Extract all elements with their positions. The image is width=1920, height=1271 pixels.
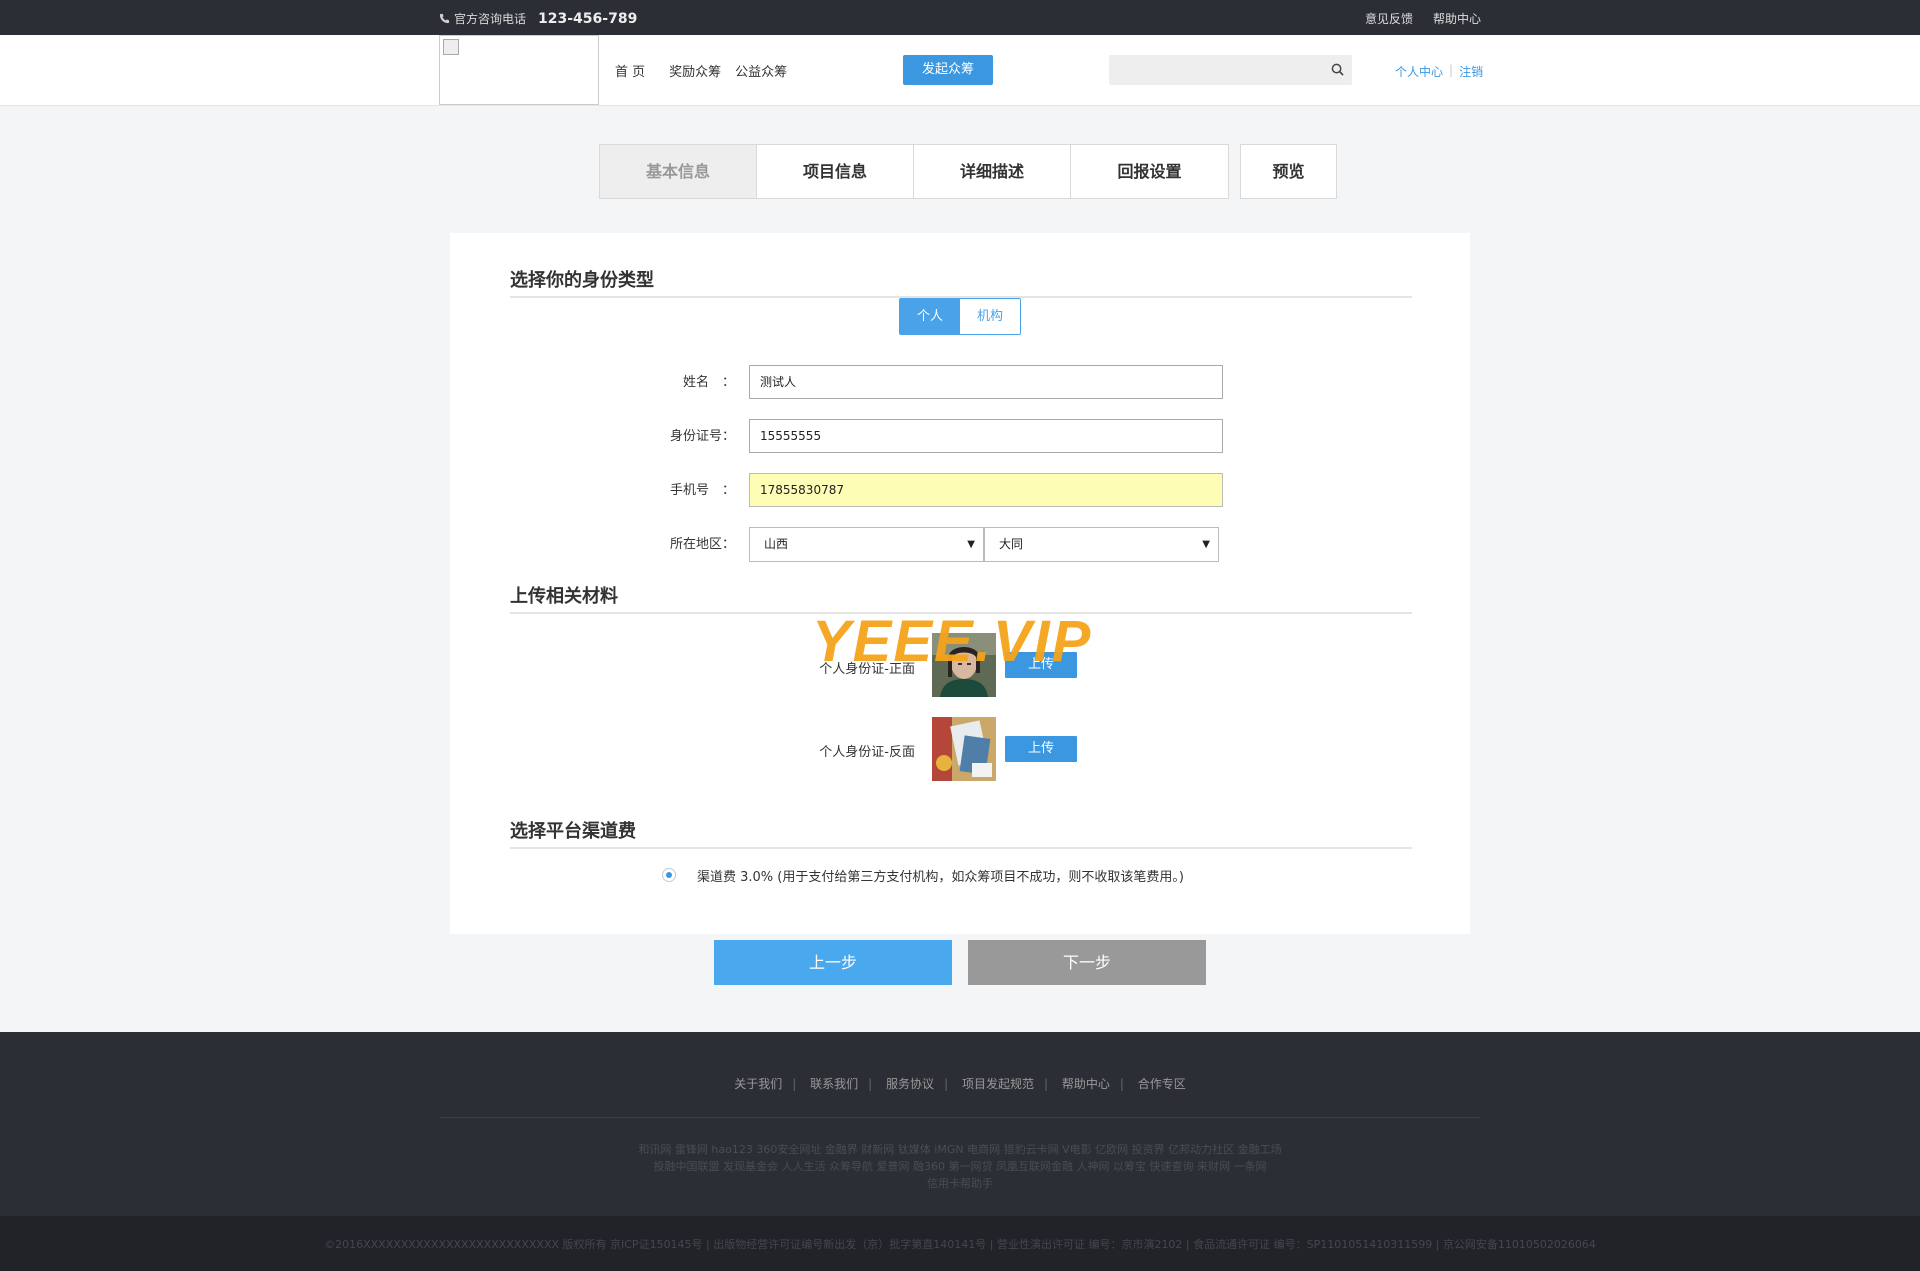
- help-link[interactable]: 帮助中心: [1433, 10, 1481, 27]
- copyright-text: ©2016XXXXXXXXXXXXXXXXXXXXXXXXXX 版权所有 京IC…: [324, 1238, 1596, 1251]
- fee-section-title: 选择平台渠道费: [510, 821, 636, 842]
- step-tabs: 基本信息 项目信息 详细描述 回报设置: [599, 144, 1229, 199]
- hotline: 官方咨询电话 123-456-789: [439, 10, 637, 27]
- divider: [440, 1117, 1480, 1118]
- province-value: 山西: [764, 537, 789, 551]
- feedback-link[interactable]: 意见反馈: [1365, 10, 1413, 27]
- name-label: 姓名 ：: [682, 375, 735, 390]
- divider: |: [1119, 1077, 1124, 1091]
- identity-type-toggle: 个人 机构: [899, 298, 1021, 335]
- region-label: 所在地区：: [669, 537, 735, 552]
- nav-charity-crowdfunding[interactable]: 公益众筹: [735, 61, 787, 80]
- id-number-label: 身份证号：: [669, 429, 735, 444]
- tab-reward-settings[interactable]: 回报设置: [1071, 145, 1228, 198]
- logout-link[interactable]: 注销: [1459, 63, 1483, 80]
- footer-link-help[interactable]: 帮助中心: [1062, 1077, 1110, 1091]
- friend-links-row[interactable]: 信用卡帮助手: [600, 1175, 1320, 1192]
- identity-section-title: 选择你的身份类型: [510, 270, 654, 291]
- search-icon[interactable]: [1331, 63, 1344, 76]
- logo[interactable]: [439, 35, 599, 105]
- header: 首 页 奖励众筹 公益众筹 发起众筹 个人中心 | 注销: [0, 35, 1920, 106]
- copyright-bar: ©2016XXXXXXXXXXXXXXXXXXXXXXXXXX 版权所有 京IC…: [0, 1216, 1920, 1271]
- nav-reward-crowdfunding[interactable]: 奖励众筹: [669, 61, 721, 80]
- footer-link-about[interactable]: 关于我们: [734, 1077, 782, 1091]
- preview-button[interactable]: 预览: [1240, 144, 1337, 199]
- name-field[interactable]: 测试人: [749, 365, 1223, 399]
- divider: |: [1449, 63, 1454, 77]
- tab-basic-info[interactable]: 基本信息: [600, 145, 757, 198]
- footer-links: 关于我们 | 联系我们 | 服务协议 | 项目发起规范 | 帮助中心 | 合作专区: [0, 1075, 1920, 1092]
- watermark: YEEE.VIP: [812, 609, 1093, 674]
- nav-home[interactable]: 首 页: [615, 61, 645, 80]
- hotline-label: 官方咨询电话: [454, 12, 527, 26]
- hotline-number: 123-456-789: [538, 10, 638, 27]
- identity-organization-option[interactable]: 机构: [960, 299, 1020, 334]
- friend-links-row[interactable]: 和讯网 雷锋网 hao123 360安全网址 金融界 财新网 钛媒体 iMGN …: [600, 1141, 1320, 1158]
- footer-link-project-rules[interactable]: 项目发起规范: [962, 1077, 1034, 1091]
- upload-id-back-button[interactable]: 上传: [1005, 736, 1077, 762]
- id-back-label: 个人身份证-反面: [819, 745, 915, 760]
- divider: |: [868, 1077, 873, 1091]
- broken-image-icon: [443, 39, 459, 55]
- footer-link-cooperation[interactable]: 合作专区: [1138, 1077, 1186, 1091]
- divider: [510, 847, 1412, 849]
- phone-field[interactable]: 17855830787: [749, 473, 1223, 507]
- prev-step-button[interactable]: 上一步: [714, 940, 952, 985]
- tab-project-info[interactable]: 项目信息: [757, 145, 914, 198]
- divider: |: [944, 1077, 949, 1091]
- friend-links: 和讯网 雷锋网 hao123 360安全网址 金融界 财新网 钛媒体 iMGN …: [600, 1141, 1320, 1192]
- friend-links-row[interactable]: 投融中国联盟 发现基金会 人人生活 众筹导航 爱普网 融360 第一网贷 凤凰互…: [600, 1158, 1320, 1175]
- footer-link-contact[interactable]: 联系我们: [810, 1077, 858, 1091]
- id-back-thumbnail: [932, 717, 996, 781]
- divider: |: [792, 1077, 797, 1091]
- channel-fee-radio[interactable]: [662, 868, 676, 882]
- phone-label: 手机号 ：: [669, 483, 735, 498]
- footer-link-terms[interactable]: 服务协议: [886, 1077, 934, 1091]
- identity-personal-option[interactable]: 个人: [900, 299, 960, 334]
- upload-section-title: 上传相关材料: [510, 586, 618, 607]
- form-panel: 选择你的身份类型 个人 机构 姓名 ： 测试人 身份证号： 15555555 手…: [450, 233, 1470, 934]
- province-select[interactable]: 山西 ▼: [749, 527, 984, 562]
- id-number-field[interactable]: 15555555: [749, 419, 1223, 453]
- main-nav: 首 页 奖励众筹 公益众筹: [615, 61, 787, 80]
- city-select[interactable]: 大同 ▼: [984, 527, 1219, 562]
- search-input[interactable]: [1109, 55, 1309, 85]
- user-center-link[interactable]: 个人中心: [1395, 63, 1443, 80]
- search-box: [1109, 55, 1352, 85]
- top-bar: 官方咨询电话 123-456-789 意见反馈 帮助中心: [0, 0, 1920, 35]
- next-step-button[interactable]: 下一步: [968, 940, 1206, 985]
- city-value: 大同: [999, 537, 1024, 551]
- footer: 关于我们 | 联系我们 | 服务协议 | 项目发起规范 | 帮助中心 | 合作专区 和讯网…: [0, 1032, 1920, 1216]
- phone-icon: [439, 13, 450, 24]
- launch-crowdfunding-button[interactable]: 发起众筹: [903, 55, 993, 85]
- channel-fee-description: 渠道费 3.0% (用于支付给第三方支付机构，如众筹项目不成功，则不收取该笔费用…: [697, 870, 1184, 885]
- dropdown-arrow-icon: ▼: [967, 539, 975, 550]
- divider: |: [1043, 1077, 1048, 1091]
- dropdown-arrow-icon: ▼: [1202, 539, 1210, 550]
- tab-detail-description[interactable]: 详细描述: [914, 145, 1071, 198]
